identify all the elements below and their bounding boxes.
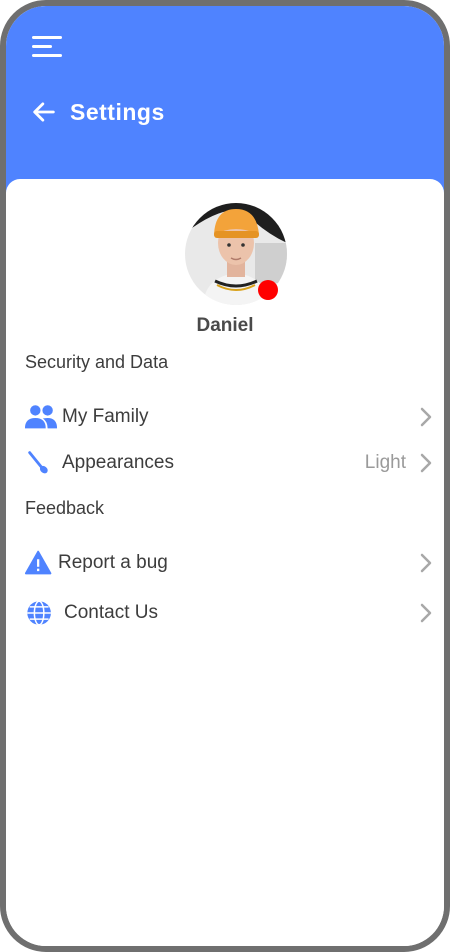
- brush-icon: [28, 451, 48, 474]
- back-arrow-icon[interactable]: [30, 98, 58, 126]
- chevron-right-icon: [420, 603, 432, 623]
- section-title-feedback: Feedback: [25, 498, 105, 518]
- status-dot: [258, 280, 278, 300]
- chevron-right-icon: [420, 407, 432, 427]
- avatar[interactable]: [185, 203, 287, 305]
- row-label-contact-us: Contact Us: [64, 602, 158, 623]
- chevron-right-icon: [420, 453, 432, 473]
- app-header: Settings: [6, 6, 444, 206]
- chevron-right-icon: [420, 553, 432, 573]
- row-label-report-bug: Report a bug: [58, 552, 168, 573]
- menu-icon[interactable]: [32, 36, 62, 58]
- phone-frame: Settings Daniel Security and Data My Fam…: [0, 0, 450, 952]
- people-icon: [24, 405, 58, 429]
- row-appearances[interactable]: Appearances Light: [6, 441, 444, 485]
- globe-icon: [27, 600, 51, 626]
- row-contact-us[interactable]: Contact Us: [6, 591, 444, 635]
- settings-card: Daniel Security and Data My Family Appea…: [6, 179, 444, 946]
- appearance-value: Light: [364, 452, 406, 473]
- profile-name: Daniel: [196, 315, 254, 336]
- row-my-family[interactable]: My Family: [6, 395, 444, 439]
- row-report-bug[interactable]: Report a bug: [6, 541, 444, 585]
- section-title-security: Security and Data: [25, 352, 169, 372]
- page-title: Settings: [70, 99, 165, 125]
- row-label-appearances: Appearances: [62, 452, 174, 473]
- warning-icon: [24, 550, 52, 575]
- row-label-my-family: My Family: [62, 406, 149, 427]
